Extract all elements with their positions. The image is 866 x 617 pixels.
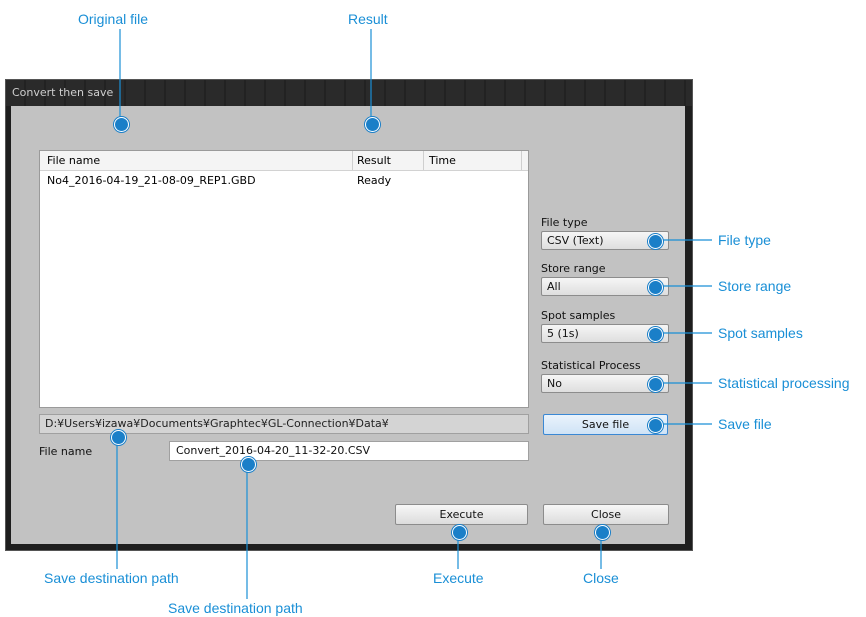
row-file-name: No4_2016-04-19_21-08-09_REP1.GBD: [47, 174, 256, 187]
marker-dot: [110, 429, 126, 445]
file-list-header: File name Result Time: [40, 151, 528, 171]
callout-save-file: Save file: [718, 416, 772, 432]
callout-execute: Execute: [433, 570, 484, 586]
row-result: Ready: [357, 174, 392, 187]
callout-close: Close: [583, 570, 619, 586]
column-file-name[interactable]: File name: [47, 151, 100, 170]
dialog-title: Convert then save: [6, 80, 692, 106]
callout-save-destination-path: Save destination path: [44, 570, 179, 586]
marker-dot: [364, 116, 380, 132]
column-result[interactable]: Result: [357, 151, 391, 170]
file-name-label: File name: [39, 445, 93, 458]
marker-dot: [240, 456, 256, 472]
marker-dot: [647, 233, 663, 249]
marker-dot: [647, 417, 663, 433]
callout-file-type: File type: [718, 232, 771, 248]
spot-samples-label: Spot samples: [541, 309, 616, 322]
callout-original-file: Original file: [78, 11, 149, 27]
file-name-input[interactable]: Convert_2016-04-20_11-32-20.CSV: [169, 441, 529, 461]
callout-save-destination-path-2: Save destination path: [168, 600, 303, 616]
marker-dot: [647, 376, 663, 392]
file-type-label: File type: [541, 216, 588, 229]
marker-dot: [451, 524, 467, 540]
execute-button[interactable]: Execute: [395, 504, 528, 525]
column-divider[interactable]: [423, 151, 424, 170]
statistical-process-label: Statistical Process: [541, 359, 641, 372]
dialog-client: File name Result Time No4_2016-04-19_21-…: [11, 106, 685, 544]
convert-dialog: Convert then save File name Result Time …: [5, 79, 693, 551]
store-range-label: Store range: [541, 262, 606, 275]
column-time[interactable]: Time: [429, 151, 456, 170]
column-divider[interactable]: [352, 151, 353, 170]
close-button[interactable]: Close: [543, 504, 669, 525]
callout-store-range: Store range: [718, 278, 792, 294]
callout-statistical-processing: Statistical processing: [718, 375, 850, 391]
column-divider[interactable]: [521, 151, 522, 170]
callout-spot-samples: Spot samples: [718, 325, 803, 341]
marker-dot: [647, 279, 663, 295]
marker-dot: [647, 326, 663, 342]
marker-dot: [113, 116, 129, 132]
marker-dot: [594, 524, 610, 540]
list-item[interactable]: No4_2016-04-19_21-08-09_REP1.GBD Ready: [40, 173, 528, 189]
callout-result: Result: [348, 11, 388, 27]
file-list[interactable]: File name Result Time No4_2016-04-19_21-…: [39, 150, 529, 408]
